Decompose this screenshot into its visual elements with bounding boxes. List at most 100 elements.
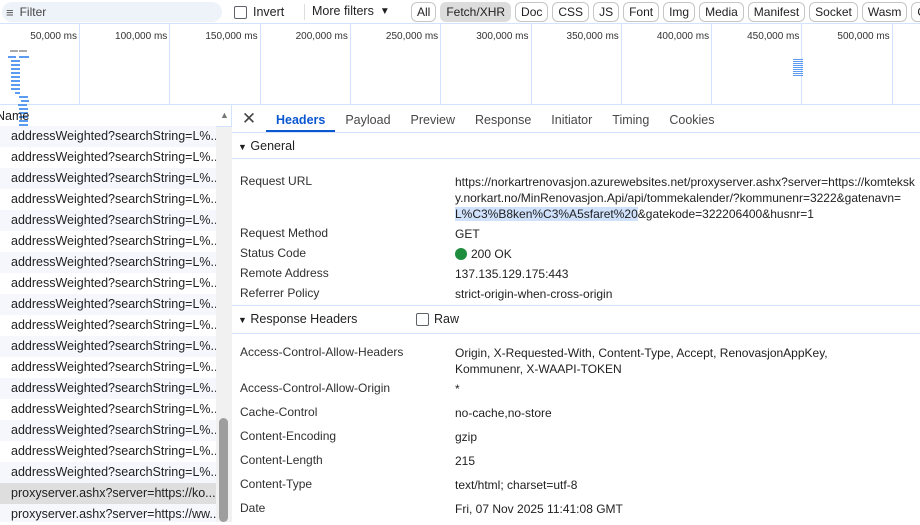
request-row[interactable]: addressWeighted?searchString=L%... — [0, 252, 216, 273]
request-row[interactable]: addressWeighted?searchString=L%... — [0, 462, 216, 483]
timeline-request-bar — [793, 73, 803, 74]
referrer-policy-value: strict-origin-when-cross-origin — [455, 287, 613, 301]
request-row[interactable]: proxyserver.ashx?server=https://ko... — [0, 483, 216, 504]
filter-chip-socket[interactable]: Socket — [809, 2, 858, 22]
filter-chip-manifest[interactable]: Manifest — [747, 2, 806, 22]
timeline-tick-label: 50,000 ms — [30, 31, 77, 42]
scrollbar-thumb[interactable] — [219, 418, 228, 522]
request-row[interactable]: addressWeighted?searchString=L%... — [0, 273, 216, 294]
timeline-request-bar — [19, 50, 27, 52]
filter-chip-doc[interactable]: Doc — [515, 2, 549, 22]
request-row[interactable]: addressWeighted?searchString=L%... — [0, 399, 216, 420]
collapse-triangle-icon: ▼ — [238, 315, 247, 325]
response-header-value: no-cache,no-store — [455, 406, 552, 420]
request-row[interactable]: addressWeighted?searchString=L%... — [0, 189, 216, 210]
timeline-request-bar — [11, 72, 20, 74]
response-header-value: * — [455, 382, 460, 396]
request-row[interactable]: addressWeighted?searchString=L%... — [0, 168, 216, 189]
filter-chip-all[interactable]: All — [411, 2, 437, 22]
tab-timing[interactable]: Timing — [602, 106, 659, 132]
timeline-gridline — [259, 24, 261, 105]
details-tabs: ✕ Headers Payload Preview Response Initiator… — [232, 105, 920, 133]
request-row[interactable]: addressWeighted?searchString=L%... — [0, 357, 216, 378]
request-row[interactable]: addressWeighted?searchString=L%... — [0, 147, 216, 168]
timeline-tick-label: 150,000 ms — [205, 31, 258, 42]
more-filters-button[interactable]: More filters ▼ — [312, 4, 390, 18]
timeline-gridline — [349, 24, 351, 105]
tab-response[interactable]: Response — [465, 106, 541, 132]
request-row[interactable]: addressWeighted?searchString=L%... — [0, 441, 216, 462]
request-row[interactable]: addressWeighted?searchString=L%... — [0, 294, 216, 315]
invert-checkbox-box[interactable] — [234, 5, 247, 19]
timeline-tick-label: 350,000 ms — [566, 31, 619, 42]
request-url-value: https://norkartrenovasjon.azurewebsites.… — [455, 174, 915, 222]
request-url-label: Request URL — [240, 174, 313, 188]
filter-chip-media[interactable]: Media — [699, 2, 744, 22]
response-header-value: text/html; charset=utf-8 — [455, 478, 578, 492]
timeline-request-bar — [10, 50, 18, 52]
timeline-request-bar — [11, 76, 20, 78]
request-row[interactable]: addressWeighted?searchString=L%... — [0, 336, 216, 357]
raw-label: Raw — [434, 312, 460, 326]
timeline-request-bar — [793, 61, 803, 62]
request-row[interactable]: proxyserver.ashx?server=https://ww... — [0, 504, 216, 522]
scroll-up-arrow-icon[interactable]: ▲ — [220, 110, 229, 120]
name-header-label: Name — [0, 109, 30, 123]
timeline-gridline — [530, 24, 532, 105]
close-icon[interactable]: ✕ — [232, 106, 266, 132]
filter-chip-font[interactable]: Font — [623, 2, 660, 22]
timeline-request-bar — [11, 84, 20, 86]
url-part: &gatekode=322206400&husnr=1 — [637, 207, 814, 221]
filter-chip-img[interactable]: Img — [663, 2, 696, 22]
timeline-gridline — [711, 24, 713, 105]
raw-checkbox-box[interactable] — [416, 313, 429, 326]
request-row[interactable]: addressWeighted?searchString=L%... — [0, 231, 216, 252]
raw-checkbox[interactable]: Raw — [416, 306, 459, 333]
timeline-request-bar — [793, 65, 803, 66]
tab-payload[interactable]: Payload — [335, 106, 400, 132]
timeline-tick-label: 250,000 ms — [385, 31, 439, 42]
timeline-gridline — [79, 24, 80, 105]
timeline-tick-label: 500,000 ms — [837, 31, 890, 42]
timeline-gridline — [440, 24, 442, 105]
dropdown-triangle-icon: ▼ — [379, 5, 390, 17]
filter-chip-css[interactable]: CSS — [552, 2, 590, 22]
network-overview-timeline[interactable]: 50,000 ms 100,000 ms 150,000 ms 200,000 ms 2… — [0, 24, 920, 126]
status-code-label: Status Code — [240, 246, 307, 260]
referrer-policy-label: Referrer Policy — [240, 286, 320, 300]
tab-cookies[interactable]: Cookies — [659, 106, 724, 132]
timeline-request-bar — [21, 100, 29, 102]
timeline-tick-label: 400,000 ms — [656, 31, 710, 42]
response-header-value: gzip — [455, 430, 478, 444]
filter-chip-wasm[interactable]: Wasm — [861, 2, 908, 22]
general-section-header[interactable]: ▼ General — [232, 134, 920, 159]
invert-label: Invert — [253, 5, 285, 19]
filter-input[interactable]: ≡ Filter — [2, 2, 222, 22]
tab-initiator[interactable]: Initiator — [541, 106, 602, 132]
tab-headers[interactable]: Headers — [266, 106, 336, 132]
filter-chip-js[interactable]: JS — [593, 2, 620, 22]
filter-chip-other[interactable]: Other — [911, 2, 920, 22]
url-selected-text: L%C3%B8ken%C3%A5sfaret%20 — [455, 207, 638, 221]
filter-icon: ≡ — [6, 4, 14, 20]
timeline-request-bar — [793, 71, 803, 72]
url-part: https://norkartrenovasjon.azurewebsites.… — [455, 175, 915, 205]
response-header-name: Access-Control-Allow-Headers — [240, 345, 404, 359]
request-row[interactable]: addressWeighted?searchString=L%... — [0, 420, 216, 441]
request-row[interactable]: addressWeighted?searchString=L%... — [0, 378, 216, 399]
request-list: Name addressWeighted?searchString=L%...a… — [0, 105, 232, 522]
timeline-request-bar — [11, 68, 20, 70]
network-toolbar: ≡ Filter Invert More filters ▼ All Fetch/… — [0, 0, 920, 24]
tab-preview[interactable]: Preview — [401, 106, 465, 132]
request-row[interactable]: addressWeighted?searchString=L%... — [0, 315, 216, 336]
filter-chip-fetchxhr[interactable]: Fetch/XHR — [440, 2, 512, 22]
response-headers-list: Access-Control-Allow-Headers Origin, X-Re… — [232, 335, 920, 525]
response-header-value: Origin, X-Requested-With, Content-Type, … — [455, 346, 828, 376]
response-headers-section-header[interactable]: ▼ Response Headers Raw — [232, 306, 920, 334]
timeline-request-bar — [793, 63, 803, 64]
timeline-tick-label: 100,000 ms — [115, 31, 168, 42]
invert-checkbox[interactable]: Invert — [234, 4, 306, 20]
request-row[interactable]: addressWeighted?searchString=L%... — [0, 126, 216, 147]
name-column-header[interactable]: Name — [0, 105, 231, 127]
request-row[interactable]: addressWeighted?searchString=L%... — [0, 210, 216, 231]
